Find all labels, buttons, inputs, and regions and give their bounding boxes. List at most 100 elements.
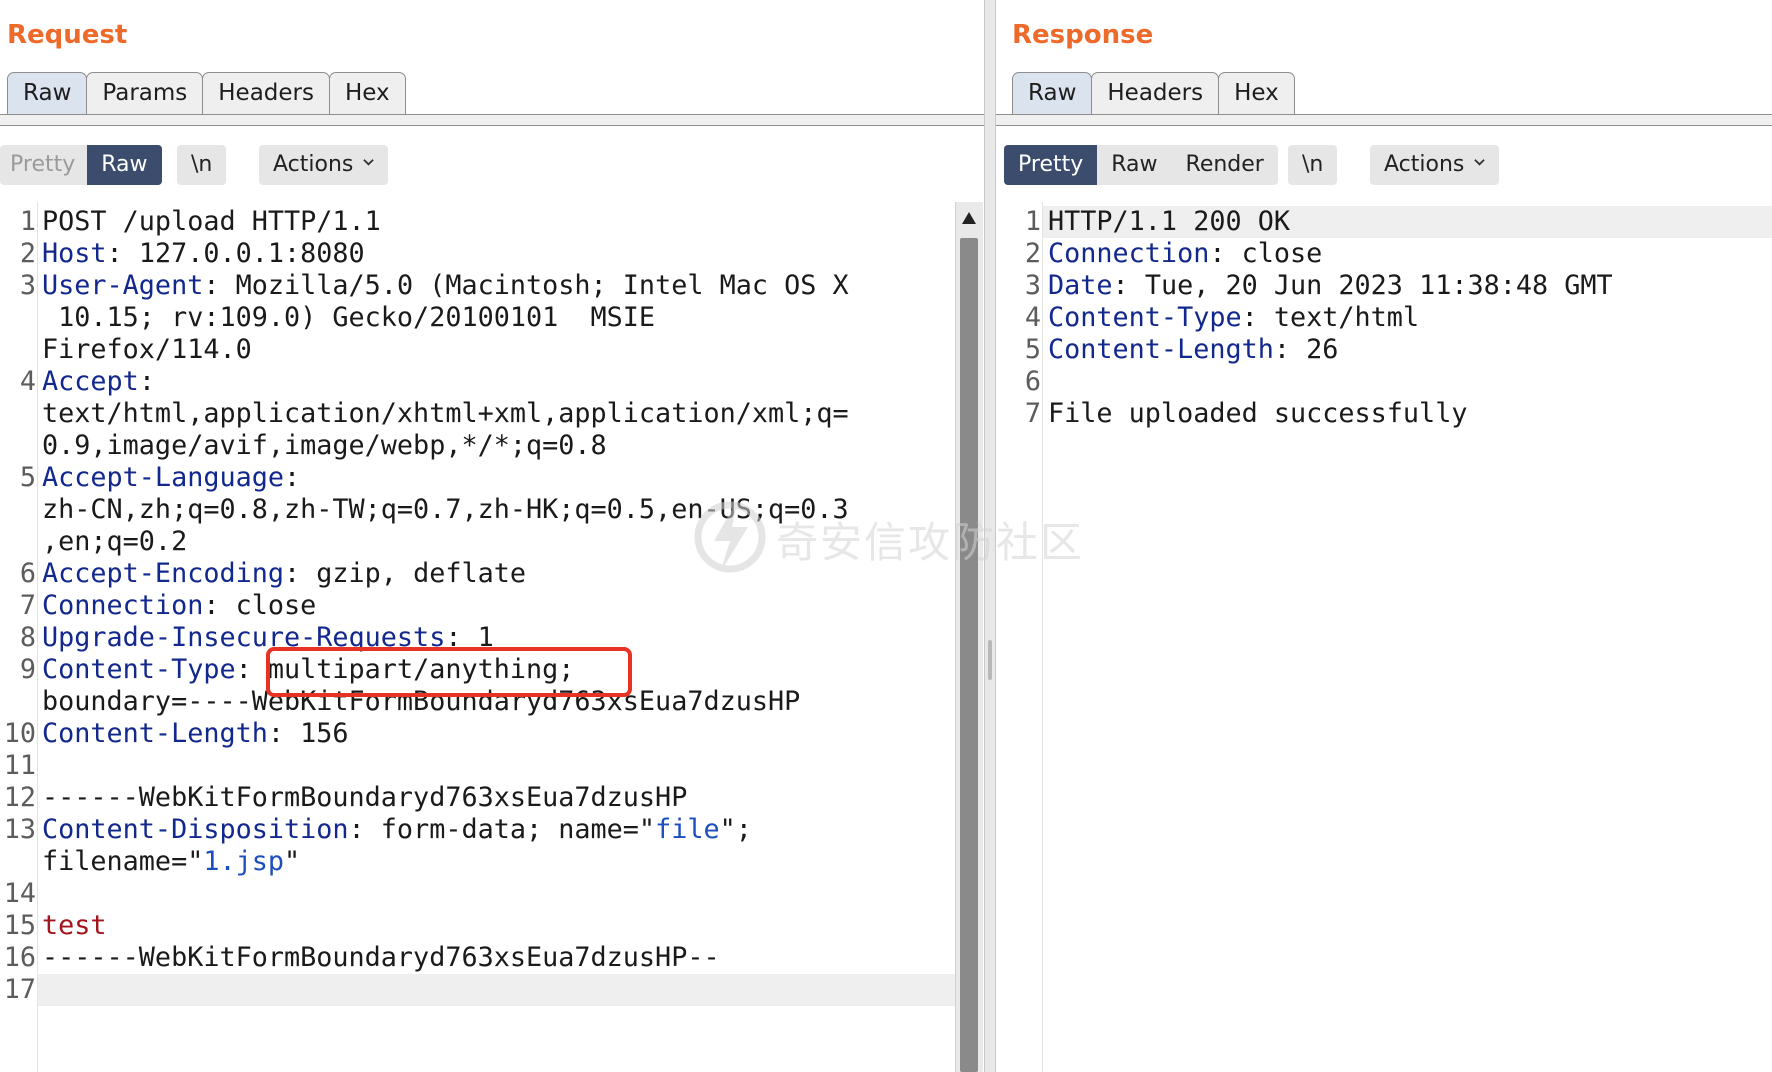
line-text: ------WebKitFormBoundaryd763xsEua7dzusHP… — [42, 942, 720, 973]
response-tab-hex[interactable]: Hex — [1218, 72, 1295, 115]
header-value: : 1 — [445, 622, 494, 653]
splitter-grip[interactable] — [988, 640, 992, 680]
request-tab-params[interactable]: Params — [86, 72, 204, 115]
code-line: Content-Type: text/html — [1048, 302, 1419, 334]
wrapped-text: filename=" — [42, 846, 204, 877]
header-value: : Tue, 20 Jun 2023 11:38:48 GMT — [1112, 270, 1613, 301]
code-line: HTTP/1.1 200 OK — [1048, 206, 1290, 238]
response-actions-button[interactable]: Actions — [1370, 145, 1499, 185]
request-newline-toggle: \n — [177, 145, 227, 185]
header-name: Connection — [1048, 238, 1210, 269]
code-line: Content-Length: 156 — [42, 718, 349, 750]
code-line: File uploaded successfully — [1048, 398, 1467, 430]
request-raw-button[interactable]: Raw — [87, 145, 162, 185]
request-newline-button[interactable]: \n — [177, 145, 226, 185]
wrapped-text: " — [284, 846, 301, 877]
line-text: File uploaded successfully — [1048, 398, 1468, 429]
response-newline-button[interactable]: \n — [1288, 145, 1337, 185]
wrapped-text: 10.15; rv:109.0) Gecko/20100101 MSIE — [42, 302, 656, 333]
request-tab-headers[interactable]: Headers — [202, 72, 330, 115]
code-line: Content-Type: multipart/anything; — [42, 654, 574, 686]
string-value: file — [655, 814, 720, 845]
header-name: Content-Type — [42, 654, 236, 685]
header-name: Content-Length — [42, 718, 268, 749]
header-value: : multipart/anything; — [235, 654, 575, 685]
response-actions-dropdown[interactable]: Actions — [1370, 145, 1500, 185]
header-name: Accept — [42, 366, 139, 397]
code-line: Content-Length: 26 — [1048, 334, 1338, 366]
line-number: 1 — [19, 206, 36, 237]
code-line: Accept-Encoding: gzip, deflate — [42, 558, 526, 590]
request-view-toggle: Pretty Raw — [0, 145, 162, 185]
code-line: Host: 127.0.0.1:8080 — [42, 238, 365, 270]
request-tab-raw[interactable]: Raw — [7, 72, 88, 115]
chevron-down-icon — [1474, 159, 1486, 166]
chevron-down-icon — [363, 159, 375, 166]
wrapped-text: boundary=----WebKitFormBoundaryd763xsEua… — [42, 686, 801, 717]
header-name: Date — [1048, 270, 1113, 301]
code-line: Connection: close — [42, 590, 316, 622]
line-text: POST /upload HTTP/1.1 — [42, 206, 381, 237]
response-pretty-button[interactable]: Pretty — [1004, 145, 1098, 185]
line-number: 13 — [3, 814, 36, 845]
header-name: Accept-Encoding — [42, 558, 284, 589]
request-actions-dropdown[interactable]: Actions — [259, 145, 389, 185]
line-number: 8 — [19, 622, 36, 653]
header-value: : — [284, 462, 301, 493]
line-number: 15 — [3, 910, 36, 941]
code-line: Accept: — [42, 366, 155, 398]
wrapped-text: ,en;q=0.2 — [42, 526, 188, 557]
panel-splitter[interactable] — [984, 0, 996, 1072]
request-tab-hex[interactable]: Hex — [329, 72, 406, 115]
header-value: : 127.0.0.1:8080 — [106, 238, 365, 269]
request-actions-button[interactable]: Actions — [259, 145, 388, 185]
response-tab-headers[interactable]: Headers — [1091, 72, 1220, 115]
wrapped-text: Firefox/114.0 — [42, 334, 252, 365]
response-tab-raw[interactable]: Raw — [1012, 72, 1093, 115]
code-line: test — [42, 910, 107, 942]
response-tab-underline — [996, 114, 1772, 126]
scroll-up-icon[interactable] — [962, 212, 976, 224]
code-line: Accept-Language: — [42, 462, 300, 494]
header-value: : Mozilla/5.0 (Macintosh; Intel Mac OS X — [203, 270, 849, 301]
header-value: : 156 — [267, 718, 349, 749]
response-raw-button[interactable]: Raw — [1097, 145, 1171, 185]
response-newline-toggle: \n — [1288, 145, 1338, 185]
line-number: 7 — [19, 590, 36, 621]
line-number: 11 — [3, 750, 36, 781]
line-number: 3 — [19, 270, 36, 301]
line-number: 2 — [1024, 238, 1041, 269]
line-number: 6 — [1024, 366, 1041, 397]
header-value: : close — [203, 590, 317, 621]
code-line-wrap: text/html,application/xhtml+xml,applicat… — [42, 398, 849, 430]
body-text: test — [42, 910, 107, 941]
code-line-wrap: zh-CN,zh;q=0.8,zh-TW;q=0.7,zh-HK;q=0.5,e… — [42, 494, 849, 526]
line-number: 5 — [19, 462, 36, 493]
response-actions-label: Actions — [1384, 152, 1465, 177]
code-line-wrap: filename="1.jsp" — [42, 846, 300, 878]
request-scrollbar[interactable] — [955, 202, 983, 1072]
header-value: : gzip, deflate — [284, 558, 526, 589]
request-tab-underline — [0, 114, 984, 126]
code-line: ------WebKitFormBoundaryd763xsEua7dzusHP… — [42, 942, 720, 974]
line-number: 9 — [19, 654, 36, 685]
line-number: 5 — [1024, 334, 1041, 365]
line-number: 16 — [3, 942, 36, 973]
request-pretty-button[interactable]: Pretty — [0, 145, 87, 185]
code-line-wrap: 0.9,image/avif,image/webp,*/*;q=0.8 — [42, 430, 607, 462]
wrapped-text: text/html,application/xhtml+xml,applicat… — [42, 398, 849, 429]
header-name: Content-Length — [1048, 334, 1274, 365]
request-scroll-thumb[interactable] — [960, 238, 978, 1072]
header-value: : text/html — [1241, 302, 1420, 333]
code-line-wrap: 10.15; rv:109.0) Gecko/20100101 MSIE — [42, 302, 655, 334]
wrapped-text: zh-CN,zh;q=0.8,zh-TW;q=0.7,zh-HK;q=0.5,e… — [42, 494, 849, 525]
response-panel: Response Raw Headers Hex Pretty Raw Render \… — [996, 0, 1772, 1072]
request-current-line — [38, 974, 955, 1006]
line-number: 3 — [1024, 270, 1041, 301]
code-line: Connection: close — [1048, 238, 1322, 270]
line-text: ------WebKitFormBoundaryd763xsEua7dzusHP — [42, 782, 688, 813]
header-value: : — [138, 366, 155, 397]
code-line: Content-Disposition: form-data; name="fi… — [42, 814, 752, 846]
response-render-button[interactable]: Render — [1172, 145, 1278, 185]
code-line-wrap: ,en;q=0.2 — [42, 526, 187, 558]
